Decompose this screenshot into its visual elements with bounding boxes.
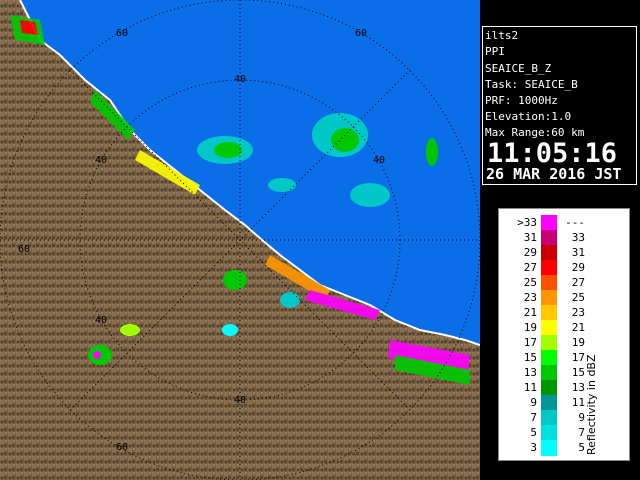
legend-high-value: 7 [578,426,585,439]
legend-row: >33 --- [499,215,589,231]
legend-high-value: --- [565,216,585,229]
legend-row: 9 11 [499,395,589,411]
legend-low-value: 15 [523,351,537,364]
scan-info-panel: ilts2 PPI SEAICE_B_Z Task: SEAICE_B PRF:… [482,26,637,185]
legend-high-value: 23 [571,306,585,319]
legend-color-swatch [541,260,557,276]
range-label: 40 [234,395,246,406]
legend-high-value: 29 [571,261,585,274]
legend-row: 13 15 [499,365,589,381]
station-name: ilts2 [485,29,519,42]
legend-row: 23 25 [499,290,589,306]
range-label: 40 [373,155,385,166]
legend-row: 19 21 [499,320,589,336]
legend-low-value: 23 [523,291,537,304]
legend-low-value: 3 [530,441,537,454]
task-name: Task: SEAICE_B [485,78,578,91]
legend-row: 25 27 [499,275,589,291]
legend-low-value: 9 [530,396,537,409]
legend-low-value: 11 [523,381,537,394]
legend-low-value: 7 [530,411,537,424]
legend-low-value: 27 [523,261,537,274]
legend-row: 29 31 [499,245,589,261]
legend-low-value: 25 [523,276,537,289]
range-label: 40 [95,155,107,166]
legend-color-swatch [541,290,557,306]
legend-row: 31 33 [499,230,589,246]
legend-row: 79 [499,410,589,426]
legend-high-value: 27 [571,276,585,289]
legend-low-value: 13 [523,366,537,379]
legend-high-value: 31 [571,246,585,259]
legend-color-swatch [541,275,557,291]
legend-low-value: 17 [523,336,537,349]
range-label: 40 [95,315,107,326]
legend-high-value: 13 [571,381,585,394]
range-label: 60 [116,28,128,39]
legend-color-swatch [541,320,557,336]
legend-color-swatch [541,350,557,366]
legend-row: 57 [499,425,589,441]
legend-color-swatch [541,245,557,261]
range-label: 40 [234,74,246,85]
scan-date: 26 MAR 2016 JST [486,165,622,183]
legend-low-value: >33 [517,216,537,229]
legend-high-value: 21 [571,321,585,334]
range-label: 60 [116,442,128,453]
legend-high-value: 5 [578,441,585,454]
legend-low-value: 31 [523,231,537,244]
legend-color-swatch [541,230,557,246]
legend-row: 35 [499,440,589,456]
legend-row: 17 19 [499,335,589,351]
reflectivity-legend: >33 --- 31 33 29 31 27 29 25 27 23 25 21 23 19 21 17 19 15… [498,208,630,461]
legend-row: 21 23 [499,305,589,321]
legend-high-value: 17 [571,351,585,364]
legend-row: 11 13 [499,380,589,396]
product-name: SEAICE_B_Z [485,62,552,75]
scan-type: PPI [485,45,505,58]
legend-color-swatch [541,380,557,396]
legend-high-value: 9 [578,411,585,424]
radar-ppi-map[interactable]: 60 60 40 60 40 40 40 40 60 [0,0,480,480]
elevation-value: Elevation:1.0 [485,110,572,123]
legend-high-value: 25 [571,291,585,304]
legend-color-swatch [541,425,557,441]
range-label: 60 [18,244,30,255]
legend-low-value: 19 [523,321,537,334]
legend-row: 27 29 [499,260,589,276]
legend-color-swatch [541,440,557,456]
prf-value: PRF: 1000Hz [485,94,558,107]
legend-title: Reflectivity in dBZ [585,354,598,455]
legend-color-swatch [541,410,557,426]
range-label: 60 [355,28,367,39]
legend-color-swatch [541,305,557,321]
legend-low-value: 21 [523,306,537,319]
legend-low-value: 29 [523,246,537,259]
legend-high-value: 15 [571,366,585,379]
legend-color-swatch [541,395,557,411]
legend-high-value: 11 [571,396,585,409]
legend-high-value: 33 [571,231,585,244]
legend-low-value: 5 [530,426,537,439]
legend-color-swatch [541,365,557,381]
legend-color-swatch [541,335,557,351]
legend-color-swatch [541,215,557,231]
radar-map-graphic: 60 60 40 60 40 40 40 40 60 [0,0,480,480]
legend-row: 15 17 [499,350,589,366]
legend-high-value: 19 [571,336,585,349]
